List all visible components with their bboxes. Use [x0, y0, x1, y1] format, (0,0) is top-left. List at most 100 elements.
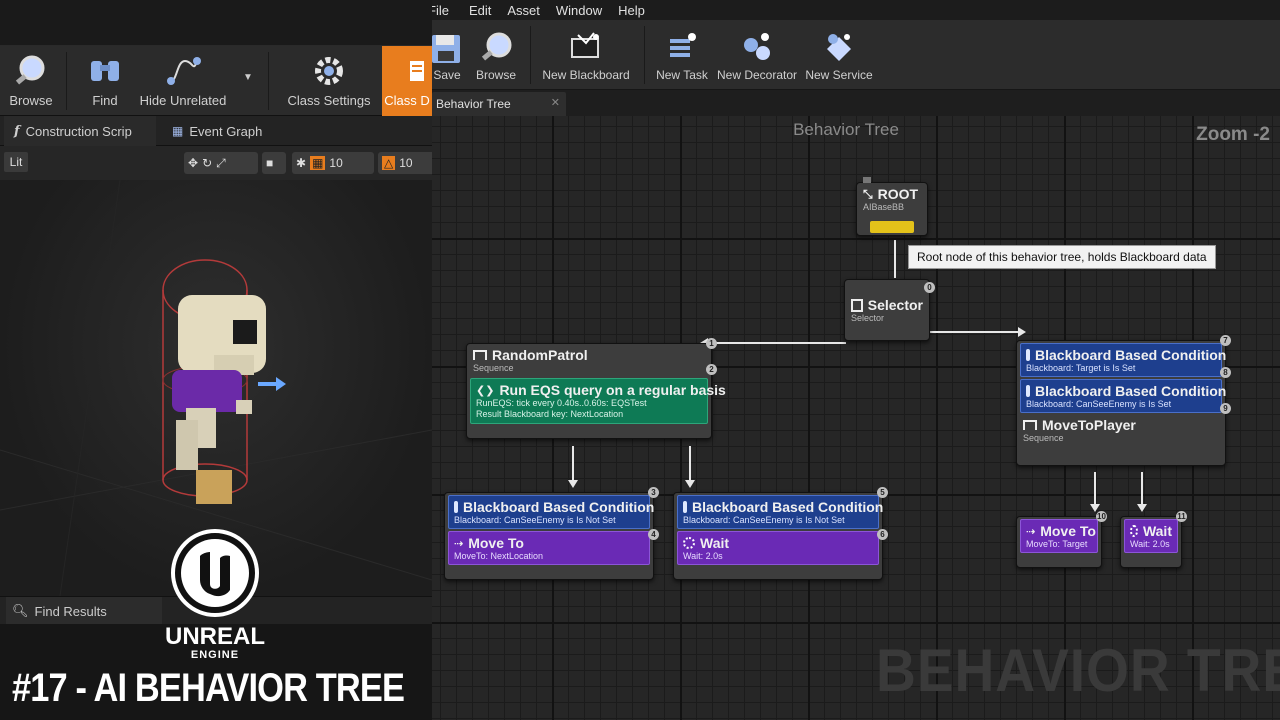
- magnifier-icon: [481, 32, 512, 61]
- hide-unrelated-dropdown[interactable]: ▼: [238, 46, 258, 116]
- execution-order-badge: 6: [877, 529, 888, 540]
- wire-selector-randompatrol: [708, 342, 846, 344]
- behavior-tree-graph[interactable]: Behavior Tree Zoom -2 ⤡ ROOT AIBaseBB Ro…: [432, 116, 1280, 720]
- service-title-text: Run EQS query on a regular basis: [499, 382, 726, 398]
- player-move-sub: MoveTo: Target: [1026, 539, 1088, 549]
- browse-asset-label: Browse: [475, 68, 516, 82]
- patrol-move-decorator[interactable]: Blackboard Based Condition Blackboard: C…: [448, 495, 654, 529]
- selector-node[interactable]: Selector Selector 0: [844, 279, 935, 341]
- execution-order-badge: 11: [1176, 511, 1187, 522]
- wire-mtp-wait: [1141, 472, 1143, 508]
- patrol-wait-decorator[interactable]: Blackboard Based Condition Blackboard: C…: [677, 495, 883, 529]
- patrol-move-deco-title: Blackboard Based Condition: [454, 499, 654, 515]
- move-icon[interactable]: ✥: [188, 156, 198, 170]
- deco1-title: Blackboard Based Condition: [1026, 347, 1226, 363]
- patrol-move-task[interactable]: ⇢ Move To MoveTo: NextLocation: [448, 531, 650, 565]
- patrol-wait-node[interactable]: Blackboard Based Condition Blackboard: C…: [673, 487, 888, 580]
- viewport-toolbar: Lit ✥ ↻ ⤢ ■ ✱ ▦ 10 △ 10: [0, 146, 432, 180]
- move-to-player-title: MoveToPlayer: [1023, 417, 1219, 433]
- deco2-title: Blackboard Based Condition: [1026, 383, 1226, 399]
- find-results-tab[interactable]: 🔍︎ Find Results: [6, 597, 162, 625]
- service-icon: [827, 34, 851, 61]
- player-wait-task[interactable]: Wait Wait: 2.0s: [1124, 519, 1178, 553]
- player-move-title: ⇢ Move To: [1026, 523, 1096, 539]
- chevron-down-icon: ▼: [243, 72, 253, 83]
- hide-unrelated-button[interactable]: Hide Unrelated: [136, 46, 230, 116]
- root-title-text: ROOT: [877, 186, 919, 202]
- grid-snap-value[interactable]: 10: [329, 156, 342, 170]
- move-arrow-icon: ⇢: [1026, 525, 1036, 538]
- new-service-button[interactable]: New Service: [805, 20, 873, 90]
- execution-order-badge: 8: [1220, 367, 1231, 378]
- zoom-level: Zoom -2: [1196, 124, 1270, 145]
- player-move-to-node[interactable]: ⇢ Move To MoveTo: Target 10: [1016, 511, 1107, 568]
- grid-snap-icon[interactable]: ▦: [310, 156, 326, 170]
- new-blackboard-button[interactable]: New Blackboard: [540, 20, 632, 90]
- deco1-title-text: Blackboard Based Condition: [1035, 347, 1227, 363]
- save-button[interactable]: Save: [432, 20, 462, 90]
- player-move-task[interactable]: ⇢ Move To MoveTo: Target: [1020, 519, 1098, 553]
- search-icon: 🔍︎: [12, 603, 29, 618]
- menu-window[interactable]: Window: [556, 3, 614, 18]
- lit-view-mode-button[interactable]: Lit: [4, 152, 28, 172]
- save-icon: [432, 35, 460, 63]
- find-button[interactable]: Find: [82, 46, 128, 116]
- execution-order-badge: 4: [648, 529, 659, 540]
- browse-button[interactable]: Browse: [6, 46, 56, 116]
- arrow-rp-wait: [685, 480, 695, 488]
- service-arrow-icon: ❮❯: [476, 384, 495, 397]
- patrol-move-to-node[interactable]: Blackboard Based Condition Blackboard: C…: [444, 487, 659, 580]
- patrol-wait-task-title: Wait: [683, 535, 873, 551]
- menu-edit[interactable]: Edit: [469, 3, 503, 18]
- class-defaults-button[interactable]: Class D: [382, 46, 432, 116]
- selector-title: Selector: [851, 297, 923, 313]
- blueprint-editor-panel: Browse Find Hide Unrelated ▼ Class Setti…: [0, 0, 432, 720]
- random-patrol-node[interactable]: RandomPatrol Sequence ❮❯ Run EQS query o…: [466, 338, 726, 439]
- scale-icon[interactable]: ⤢: [216, 156, 226, 171]
- patrol-wait-task-sub: Wait: 2.0s: [683, 551, 723, 561]
- player-move-title-text: Move To: [1040, 523, 1096, 539]
- deco2-title-text: Blackboard Based Condition: [1035, 383, 1227, 399]
- rotate-icon[interactable]: ↻: [202, 156, 212, 170]
- close-icon[interactable]: ✕: [551, 96, 560, 109]
- selector-icon: [851, 298, 863, 312]
- tab-event-graph[interactable]: ▦ Event Graph: [162, 116, 320, 146]
- construction-script-label: Construction Scrip: [25, 123, 132, 139]
- root-output-pin[interactable]: [870, 221, 914, 233]
- wait-clock-icon: [683, 537, 695, 549]
- save-label: Save: [433, 68, 461, 82]
- root-tooltip: Root node of this behavior tree, holds B…: [908, 245, 1216, 269]
- surface-snap-icon[interactable]: ✱: [296, 156, 306, 170]
- sequence-icon: [1023, 420, 1037, 430]
- browse-asset-button[interactable]: Browse: [474, 20, 518, 90]
- patrol-move-deco-sub: Blackboard: CanSeeEnemy is Is Not Set: [454, 515, 616, 525]
- rotation-snap-group: △ 10: [378, 152, 432, 174]
- wire-rp-moveto: [572, 446, 574, 484]
- player-wait-node[interactable]: Wait Wait: 2.0s 11: [1120, 511, 1187, 568]
- rotation-snap-value[interactable]: 10: [399, 156, 412, 170]
- move-to-player-sub: Sequence: [1023, 433, 1064, 443]
- rotation-snap-icon[interactable]: △: [382, 156, 396, 170]
- left-top-strip: [0, 0, 432, 46]
- graph-title: Behavior Tree: [793, 120, 899, 139]
- menu-asset[interactable]: Asset: [507, 3, 552, 18]
- move-to-player-node[interactable]: Blackboard Based Condition Blackboard: T…: [1016, 335, 1231, 466]
- tab-construction-script[interactable]: f Construction Scrip: [4, 116, 156, 146]
- target-set-decorator[interactable]: Blackboard Based Condition Blackboard: T…: [1020, 343, 1226, 377]
- behavior-tree-doc-tab[interactable]: Behavior Tree ✕: [432, 92, 566, 116]
- unreal-engine-logo: UNREAL ENGINE: [150, 528, 280, 661]
- menu-help[interactable]: Help: [618, 3, 657, 18]
- defaults-icon: [410, 61, 424, 81]
- menu-file[interactable]: File: [432, 3, 461, 18]
- can-see-enemy-decorator[interactable]: Blackboard Based Condition Blackboard: C…: [1020, 379, 1226, 413]
- patrol-wait-task-title-text: Wait: [700, 535, 730, 551]
- class-settings-button[interactable]: Class Settings: [284, 46, 374, 116]
- run-eqs-service[interactable]: ❮❯ Run EQS query on a regular basis RunE…: [470, 378, 726, 424]
- new-task-button[interactable]: New Task: [654, 20, 710, 90]
- root-node[interactable]: ⤡ ROOT AIBaseBB: [856, 177, 928, 236]
- new-decorator-button[interactable]: New Decorator: [717, 20, 797, 90]
- arrow-rp-moveto: [568, 480, 578, 488]
- patrol-wait-task[interactable]: Wait Wait: 2.0s: [677, 531, 879, 565]
- execution-order-badge: 7: [1220, 335, 1231, 346]
- world-local-toggle[interactable]: ■: [262, 152, 286, 174]
